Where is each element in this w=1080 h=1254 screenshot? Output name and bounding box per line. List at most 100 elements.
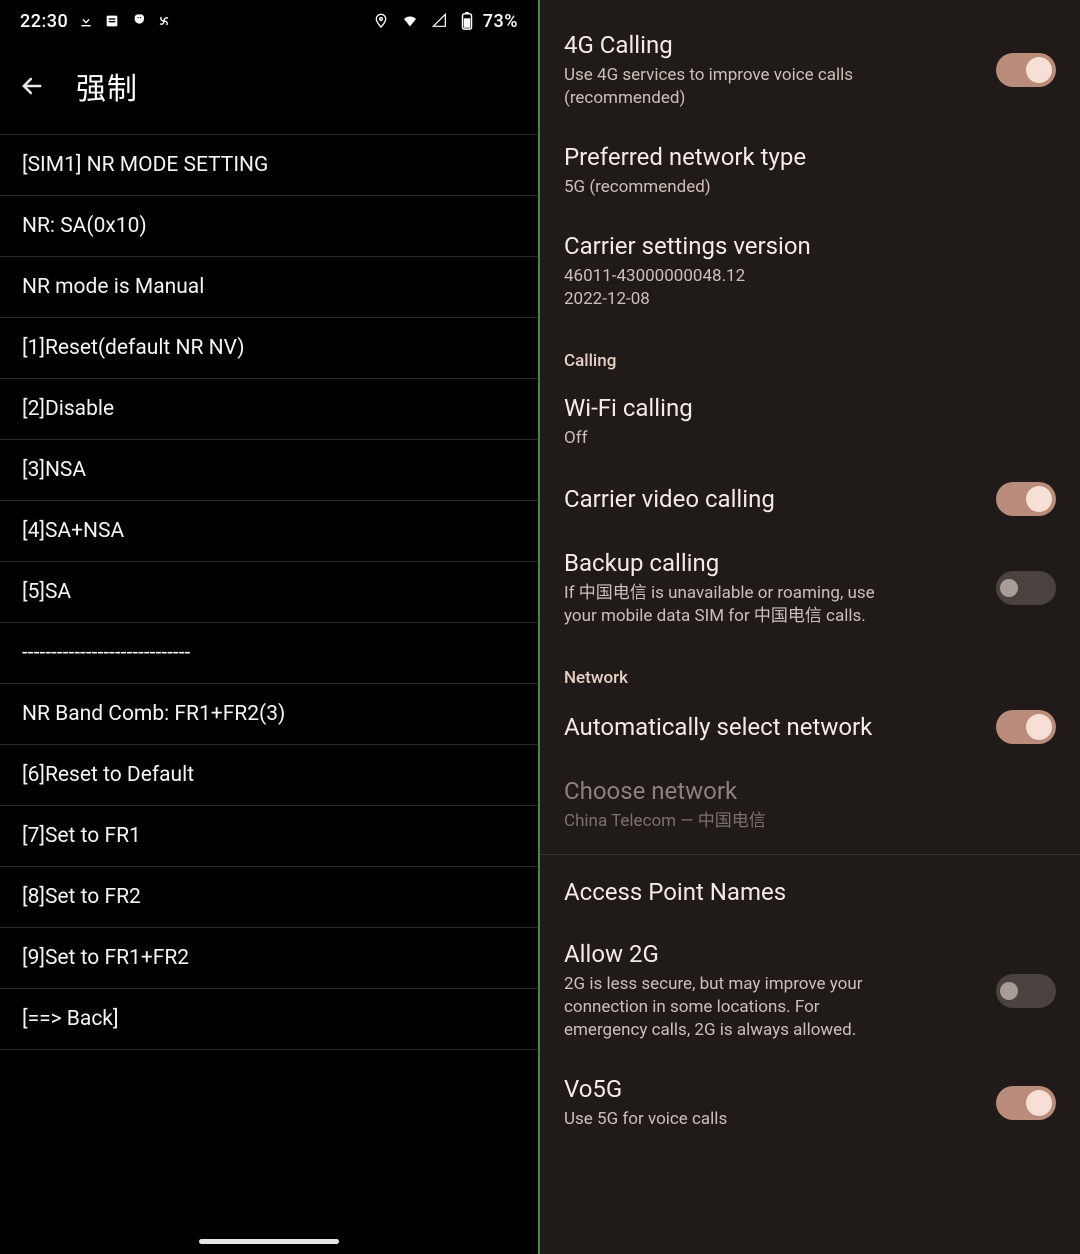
toggle-4g-calling[interactable]	[996, 53, 1056, 87]
setting-text: Choose network China Telecom — 中国电信	[564, 776, 1056, 833]
page-title: 强制	[76, 64, 138, 108]
nav-pill[interactable]	[199, 1239, 339, 1244]
setting-allow-2g[interactable]: Allow 2G 2G is less secure, but may impro…	[540, 923, 1080, 1058]
menu-item-label: [4]SA+NSA	[22, 519, 124, 543]
signal-icon	[431, 13, 449, 29]
app-icon-1	[104, 13, 120, 29]
toggle-knob	[1026, 486, 1052, 512]
menu-item-2[interactable]: NR mode is Manual	[0, 257, 538, 318]
toggle-allow-2g[interactable]	[996, 974, 1056, 1008]
setting-text: Wi-Fi calling Off	[564, 393, 1056, 450]
setting-subtitle: If 中国电信 is unavailable or roaming, use y…	[564, 582, 894, 628]
toggle-backup-calling[interactable]	[996, 571, 1056, 605]
setting-4g-calling[interactable]: 4G Calling Use 4G services to improve voi…	[540, 14, 1080, 126]
setting-backup-calling[interactable]: Backup calling If 中国电信 is unavailable or …	[540, 532, 1080, 644]
setting-subtitle: Use 4G services to improve voice calls (…	[564, 64, 894, 110]
setting-title: 4G Calling	[564, 30, 982, 60]
toggle-auto-select-network[interactable]	[996, 710, 1056, 744]
setting-text: Carrier settings version 46011-4300000004…	[564, 231, 1056, 311]
setting-text: Backup calling If 中国电信 is unavailable or …	[564, 548, 982, 628]
setting-title: Carrier video calling	[564, 484, 982, 514]
setting-subtitle: China Telecom — 中国电信	[564, 810, 894, 833]
toggle-vo5g[interactable]	[996, 1086, 1056, 1120]
setting-text: Carrier video calling	[564, 484, 982, 514]
setting-title: Allow 2G	[564, 939, 982, 969]
menu-item-13[interactable]: [9]Set to FR1+FR2	[0, 928, 538, 989]
toggle-carrier-video-calling[interactable]	[996, 482, 1056, 516]
setting-subtitle: 46011-43000000048.12 2022-12-08	[564, 265, 894, 311]
menu-item-label: -----------------------------	[22, 641, 190, 665]
menu-item-label: [9]Set to FR1+FR2	[22, 946, 189, 970]
setting-auto-select-network[interactable]: Automatically select network	[540, 694, 1080, 760]
menu-item-label: NR mode is Manual	[22, 275, 204, 299]
setting-title: Access Point Names	[564, 877, 1056, 907]
menu-item-10[interactable]: [6]Reset to Default	[0, 745, 538, 806]
setting-apn[interactable]: Access Point Names	[540, 861, 1080, 923]
setting-title: Wi-Fi calling	[564, 393, 1056, 423]
menu-item-label: [8]Set to FR2	[22, 885, 141, 909]
section-header: Network	[540, 644, 1080, 694]
setting-text: Access Point Names	[564, 877, 1056, 907]
battery-icon	[461, 12, 473, 30]
status-battery-pct: 73%	[483, 11, 518, 32]
menu-item-8[interactable]: -----------------------------	[0, 623, 538, 684]
menu-item-1[interactable]: NR: SA(0x10)	[0, 196, 538, 257]
menu-item-label: [2]Disable	[22, 397, 114, 421]
setting-title: Backup calling	[564, 548, 982, 578]
menu-item-label: [1]Reset(default NR NV)	[22, 336, 245, 360]
menu-item-6[interactable]: [4]SA+NSA	[0, 501, 538, 562]
menu-item-9[interactable]: NR Band Comb: FR1+FR2(3)	[0, 684, 538, 745]
location-icon	[373, 13, 389, 29]
network-settings-screen: 4G Calling Use 4G services to improve voi…	[540, 0, 1080, 1254]
setting-carrier-video-calling[interactable]: Carrier video calling	[540, 466, 1080, 532]
menu-list: [SIM1] NR MODE SETTING NR: SA(0x10) NR mod…	[0, 134, 538, 1254]
setting-text: Allow 2G 2G is less secure, but may impro…	[564, 939, 982, 1042]
toggle-knob	[1000, 982, 1018, 1000]
menu-item-4[interactable]: [2]Disable	[0, 379, 538, 440]
setting-title: Vo5G	[564, 1074, 982, 1104]
menu-item-label: [3]NSA	[22, 458, 86, 482]
menu-item-0[interactable]: [SIM1] NR MODE SETTING	[0, 134, 538, 196]
setting-text: Preferred network type 5G (recommended)	[564, 142, 1056, 199]
fan-icon	[156, 13, 172, 29]
menu-item-7[interactable]: [5]SA	[0, 562, 538, 623]
menu-item-label: [6]Reset to Default	[22, 763, 194, 787]
divider	[540, 854, 1080, 855]
setting-carrier-version[interactable]: Carrier settings version 46011-4300000004…	[540, 215, 1080, 327]
status-bar: 22:30 73%	[0, 0, 538, 42]
menu-item-5[interactable]: [3]NSA	[0, 440, 538, 501]
engineering-menu-screen: 22:30 73% 强制 [SIM1] NR MODE SETTING NR: S…	[0, 0, 540, 1254]
setting-subtitle: 2G is less secure, but may improve your …	[564, 973, 894, 1042]
setting-text: 4G Calling Use 4G services to improve voi…	[564, 30, 982, 110]
menu-item-label: NR Band Comb: FR1+FR2(3)	[22, 702, 285, 726]
setting-title: Carrier settings version	[564, 231, 1056, 261]
menu-item-14[interactable]: [==> Back]	[0, 989, 538, 1050]
setting-preferred-network[interactable]: Preferred network type 5G (recommended)	[540, 126, 1080, 215]
app-bar: 强制	[0, 42, 538, 134]
setting-title: Automatically select network	[564, 712, 982, 742]
menu-item-label: NR: SA(0x10)	[22, 214, 147, 238]
wifi-icon	[401, 13, 419, 29]
setting-text: Vo5G Use 5G for voice calls	[564, 1074, 982, 1131]
menu-item-label: [SIM1] NR MODE SETTING	[22, 153, 268, 177]
setting-wifi-calling[interactable]: Wi-Fi calling Off	[540, 377, 1080, 466]
setting-title: Preferred network type	[564, 142, 1056, 172]
section-header: Calling	[540, 327, 1080, 377]
setting-text: Automatically select network	[564, 712, 982, 742]
toggle-knob	[1026, 1090, 1052, 1116]
setting-subtitle: Off	[564, 427, 894, 450]
setting-title: Choose network	[564, 776, 1056, 806]
back-icon[interactable]	[18, 72, 46, 100]
setting-subtitle: Use 5G for voice calls	[564, 1108, 894, 1131]
toggle-knob	[1026, 57, 1052, 83]
menu-item-label: [5]SA	[22, 580, 71, 604]
setting-subtitle: 5G (recommended)	[564, 176, 894, 199]
menu-item-label: [==> Back]	[22, 1007, 119, 1031]
menu-item-3[interactable]: [1]Reset(default NR NV)	[0, 318, 538, 379]
download-icon	[78, 13, 94, 29]
menu-item-11[interactable]: [7]Set to FR1	[0, 806, 538, 867]
app-icon-2	[130, 13, 146, 29]
menu-item-label: [7]Set to FR1	[22, 824, 141, 848]
menu-item-12[interactable]: [8]Set to FR2	[0, 867, 538, 928]
setting-vo5g[interactable]: Vo5G Use 5G for voice calls	[540, 1058, 1080, 1147]
